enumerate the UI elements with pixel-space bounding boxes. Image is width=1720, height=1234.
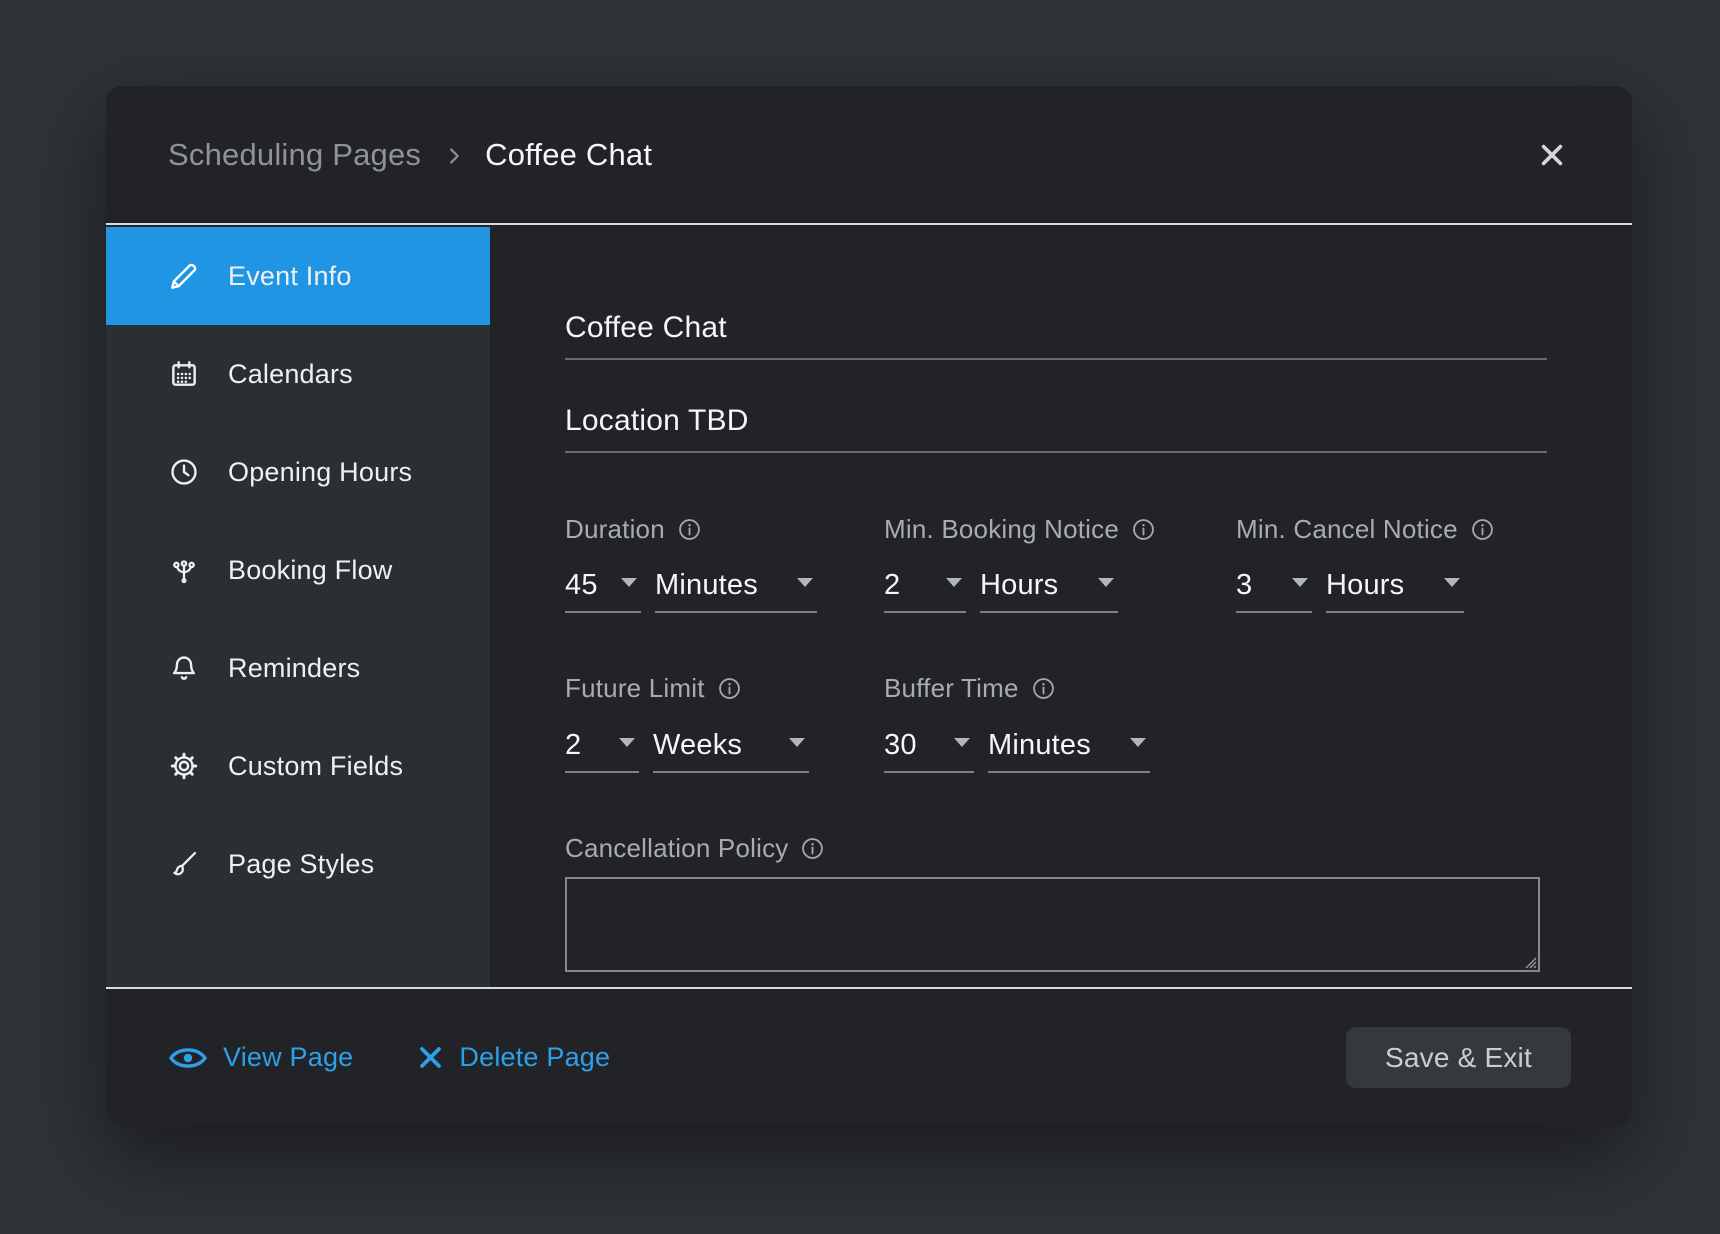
sidebar-item-label: Reminders [228,653,360,684]
flow-icon [168,554,200,586]
caret-down-icon [954,738,970,747]
caret-down-icon [1098,578,1114,587]
caret-down-icon [1130,738,1146,747]
sidebar-item-calendars[interactable]: Calendars [106,325,490,423]
caret-down-icon [946,578,962,587]
caret-down-icon [619,738,635,747]
duration-value-select[interactable]: 45 [565,568,641,613]
duration-label: Duration [565,514,701,545]
sidebar-item-label: Event Info [228,261,352,292]
gear-icon [168,750,200,782]
scheduling-page-editor-modal: Scheduling Pages Coffee Chat Event Info … [106,86,1632,1126]
cancellation-policy-label: Cancellation Policy [565,833,824,864]
sidebar-item-event-info[interactable]: Event Info [106,227,490,325]
clock-icon [168,456,200,488]
buffer-time-value-select[interactable]: 30 [884,728,974,773]
duration-unit-select[interactable]: Minutes [655,568,817,613]
future-limit-unit-select[interactable]: Weeks [653,728,809,773]
min-booking-unit-select[interactable]: Hours [980,568,1118,613]
buffer-time-unit-select[interactable]: Minutes [988,728,1150,773]
sidebar-item-label: Calendars [228,359,353,390]
min-cancel-notice-label: Min. Cancel Notice [1236,514,1494,545]
sidebar-item-label: Booking Flow [228,555,392,586]
caret-down-icon [797,578,813,587]
eye-icon [168,1044,208,1072]
close-icon [1533,136,1571,174]
buffer-time-value-row: 30 Minutes [884,728,1150,773]
info-icon[interactable] [801,837,824,860]
bell-icon [168,652,200,684]
buffer-time-label: Buffer Time [884,673,1055,704]
sidebar-item-opening-hours[interactable]: Opening Hours [106,423,490,521]
sidebar-item-label: Custom Fields [228,751,403,782]
modal-header: Scheduling Pages Coffee Chat [106,86,1632,225]
caret-down-icon [1292,578,1308,587]
cancellation-policy-field [565,877,1540,972]
sidebar-item-booking-flow[interactable]: Booking Flow [106,521,490,619]
info-icon[interactable] [718,677,741,700]
sidebar-item-reminders[interactable]: Reminders [106,619,490,717]
info-icon[interactable] [1032,677,1055,700]
brush-icon [168,848,200,880]
cancellation-policy-textarea[interactable] [567,879,1538,970]
future-limit-value-select[interactable]: 2 [565,728,639,773]
save-exit-button[interactable]: Save & Exit [1346,1027,1571,1088]
sidebar-item-label: Page Styles [228,849,374,880]
future-limit-value-row: 2 Weeks [565,728,809,773]
caret-down-icon [621,578,637,587]
caret-down-icon [789,738,805,747]
info-icon[interactable] [678,518,701,541]
close-button[interactable] [1530,133,1574,177]
min-booking-value-select[interactable]: 2 [884,568,966,613]
event-info-panel: Duration Min. Booking Notice Min. Cancel… [490,227,1632,987]
delete-page-button[interactable]: Delete Page [417,1042,610,1073]
min-booking-notice-label: Min. Booking Notice [884,514,1155,545]
info-icon[interactable] [1471,518,1494,541]
min-cancel-value-row: 3 Hours [1236,568,1464,613]
event-location-input[interactable] [565,404,1547,453]
min-cancel-unit-select[interactable]: Hours [1326,568,1464,613]
calendar-icon [168,358,200,390]
sidebar-item-page-styles[interactable]: Page Styles [106,815,490,913]
page-title: Coffee Chat [485,137,652,173]
pencil-icon [168,260,200,292]
caret-down-icon [1444,578,1460,587]
breadcrumb[interactable]: Scheduling Pages [168,137,421,173]
sidebar-item-custom-fields[interactable]: Custom Fields [106,717,490,815]
chevron-right-icon [443,145,465,167]
future-limit-label: Future Limit [565,673,741,704]
modal-footer: View Page Delete Page Save & Exit [106,987,1632,1126]
x-icon [417,1044,444,1071]
min-booking-value-row: 2 Hours [884,568,1118,613]
view-page-button[interactable]: View Page [168,1042,353,1073]
info-icon[interactable] [1132,518,1155,541]
duration-value-row: 45 Minutes [565,568,817,613]
sidebar-item-label: Opening Hours [228,457,412,488]
event-name-input[interactable] [565,311,1547,360]
settings-sidebar: Event Info Calendars Opening Hours Booki… [106,227,490,987]
min-cancel-value-select[interactable]: 3 [1236,568,1312,613]
